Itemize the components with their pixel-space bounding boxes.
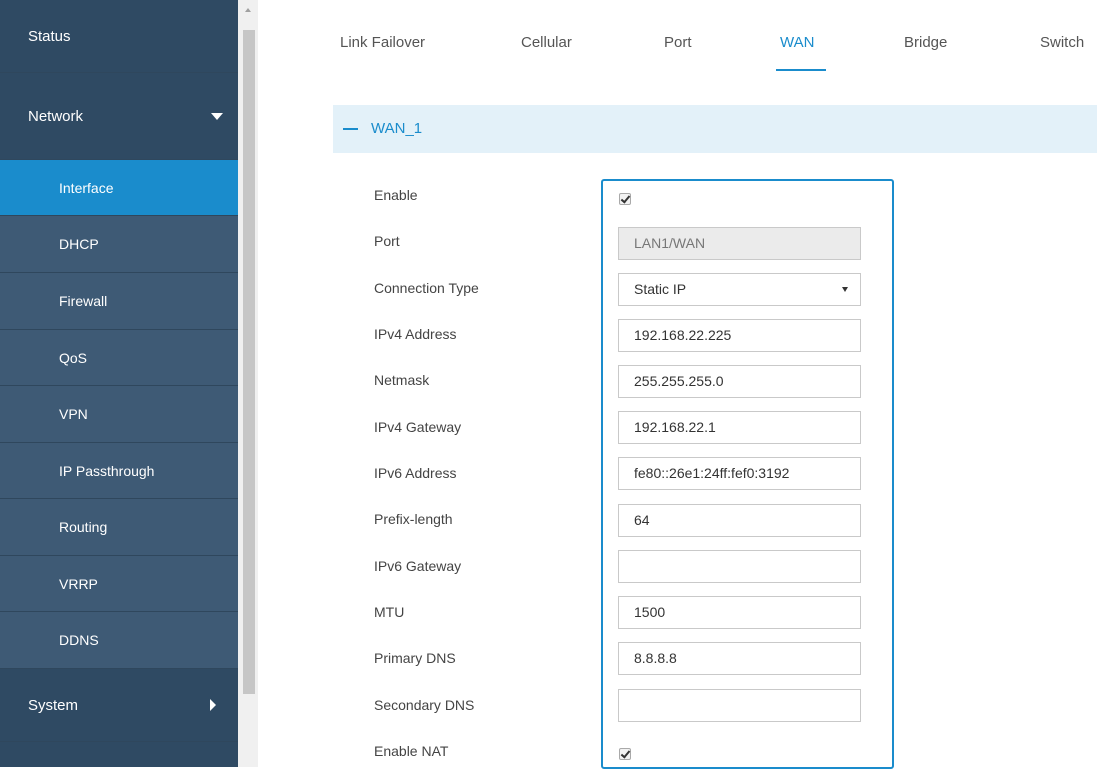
ipv6-address-label: IPv6 Address xyxy=(374,465,457,481)
ipv4-gateway-field[interactable]: 192.168.22.1 xyxy=(618,411,861,444)
active-tab-indicator xyxy=(776,69,826,71)
ipv4-address-field[interactable]: 192.168.22.225 xyxy=(618,319,861,352)
sidebar-item-label: System xyxy=(28,696,79,714)
section-title: WAN_1 xyxy=(371,120,423,137)
connection-type-select[interactable]: Static IP xyxy=(618,273,861,306)
sidebar-item-routing[interactable]: Routing xyxy=(0,499,238,556)
primary-dns-field[interactable]: 8.8.8.8 xyxy=(618,642,861,675)
ipv4-gateway-label: IPv4 Gateway xyxy=(374,419,462,435)
sidebar-item-label: VPN xyxy=(59,406,88,422)
sidebar-item-vpn[interactable]: VPN xyxy=(0,386,238,443)
sidebar-item-label: Status xyxy=(28,27,71,45)
sidebar-item-firewall[interactable]: Firewall xyxy=(0,273,238,330)
ipv6-address-field[interactable]: fe80::26e1:24ff:fef0:3192 xyxy=(618,457,861,490)
scrollbar-thumb[interactable] xyxy=(243,30,255,694)
port-label: Port xyxy=(374,233,400,249)
sidebar-item-network[interactable]: Network xyxy=(0,73,238,160)
sidebar-item-label: Network xyxy=(28,107,84,125)
sidebar-item-qos[interactable]: QoS xyxy=(0,330,238,386)
netmask-label: Netmask xyxy=(374,372,430,388)
sidebar-item-status[interactable]: Status xyxy=(0,0,238,73)
sidebar: Status Network Interface DHCP Firewall Q… xyxy=(0,0,238,767)
collapse-minus-icon[interactable] xyxy=(343,128,358,130)
enable-nat-checkbox[interactable] xyxy=(619,748,631,760)
sidebar-item-label: Routing xyxy=(59,519,108,535)
tab-cellular[interactable]: Cellular xyxy=(521,34,572,51)
section-header-wan-1[interactable]: WAN_1 xyxy=(333,105,1097,153)
enable-checkbox[interactable] xyxy=(619,193,631,205)
port-field[interactable]: LAN1/WAN xyxy=(618,227,861,260)
connection-type-label: Connection Type xyxy=(374,280,479,296)
sidebar-item-label: VRRP xyxy=(59,575,98,592)
secondary-dns-field[interactable] xyxy=(618,689,861,722)
prefix-length-field[interactable]: 64 xyxy=(618,504,861,537)
ipv6-gateway-label: IPv6 Gateway xyxy=(374,558,462,574)
secondary-dns-label: Secondary DNS xyxy=(374,697,475,713)
sidebar-item-label: IP Passthrough xyxy=(59,462,155,479)
tab-link-failover[interactable]: Link Failover xyxy=(340,34,425,51)
prefix-length-label: Prefix-length xyxy=(374,511,453,527)
netmask-field[interactable]: 255.255.255.0 xyxy=(618,365,861,398)
mtu-label: MTU xyxy=(374,604,405,620)
sidebar-item-label: Firewall xyxy=(59,293,108,309)
sidebar-item-label: Interface xyxy=(59,179,114,196)
sidebar-item-vrrp[interactable]: VRRP xyxy=(0,556,238,612)
ipv4-address-label: IPv4 Address xyxy=(374,326,457,342)
sidebar-item-more[interactable] xyxy=(0,742,238,767)
chevron-right-icon xyxy=(210,699,216,711)
mtu-field[interactable]: 1500 xyxy=(618,596,861,629)
scroll-up-arrow-icon[interactable] xyxy=(245,8,251,12)
ipv6-gateway-field[interactable] xyxy=(618,550,861,583)
sidebar-scrollbar[interactable] xyxy=(238,0,258,767)
primary-dns-label: Primary DNS xyxy=(374,650,456,666)
sidebar-item-ip-passthrough[interactable]: IP Passthrough xyxy=(0,443,238,499)
sidebar-item-system[interactable]: System xyxy=(0,669,238,742)
dropdown-caret-icon xyxy=(842,287,848,292)
sidebar-item-interface[interactable]: Interface xyxy=(0,160,238,216)
sidebar-item-ddns[interactable]: DDNS xyxy=(0,612,238,669)
tab-switch[interactable]: Switch xyxy=(1040,34,1084,51)
chevron-down-icon xyxy=(211,113,223,120)
sidebar-item-label: DHCP xyxy=(59,236,99,252)
sidebar-item-label: QoS xyxy=(59,349,88,366)
sidebar-item-dhcp[interactable]: DHCP xyxy=(0,216,238,273)
tab-wan[interactable]: WAN xyxy=(780,34,814,51)
tab-bridge[interactable]: Bridge xyxy=(904,34,947,51)
tab-port[interactable]: Port xyxy=(664,34,692,51)
enable-nat-label: Enable NAT xyxy=(374,743,449,759)
connection-type-value: Static IP xyxy=(634,281,687,297)
sidebar-item-label: DDNS xyxy=(59,632,99,648)
enable-label: Enable xyxy=(374,187,418,203)
